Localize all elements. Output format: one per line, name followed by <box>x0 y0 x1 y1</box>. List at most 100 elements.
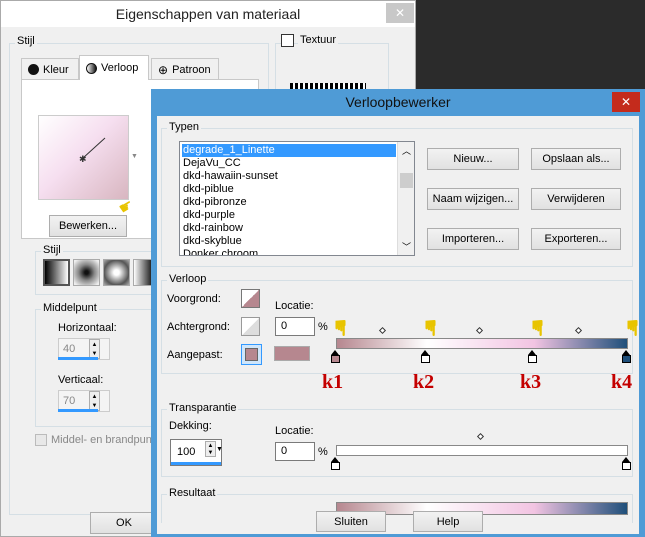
dekking-value: 100 <box>177 446 196 458</box>
verloop-group <box>161 280 633 374</box>
dekking-dropdown-arrow[interactable]: ▼ <box>216 446 223 453</box>
verloop-group-label: Verloop <box>167 273 209 285</box>
close-icon: ✕ <box>620 95 632 109</box>
aangepast-label: Aangepast: <box>167 349 223 361</box>
opslaan-als-button-label: Opslaan als... <box>542 153 610 165</box>
verloopbewerker-close-button[interactable]: ✕ <box>612 92 640 112</box>
verloopbewerker-body: Typen degrade_1_Linette DejaVu_CC dkd-ha… <box>157 116 639 534</box>
verticaal-slider-bar[interactable] <box>58 409 98 412</box>
verticaal-stepper[interactable]: ▲ ▼ <box>89 391 100 411</box>
spin-down-icon: ▼ <box>207 449 214 456</box>
aangepast-radio-fill <box>245 348 258 361</box>
ok-button[interactable]: OK <box>90 512 158 534</box>
midpoint-diamond-2[interactable] <box>475 326 484 335</box>
stijl-linear-button[interactable] <box>43 259 70 286</box>
opacity-bar[interactable] <box>336 445 628 456</box>
transparantie-group-label: Transparantie <box>167 402 239 414</box>
midpoint-diamond-3[interactable] <box>574 326 583 335</box>
list-scrollbar[interactable]: ︿ ﹀ <box>397 142 414 255</box>
locatie2-input[interactable]: 0 <box>275 442 315 461</box>
tab-verloop-label: Verloop <box>101 62 139 74</box>
list-item[interactable]: dkd-rainbow <box>183 222 243 235</box>
naam-wijzigen-button-label: Naam wijzigen... <box>432 193 514 205</box>
dekking-stepper[interactable]: ▲ ▼ <box>205 441 216 457</box>
list-item[interactable]: dkd-skyblue <box>183 235 242 248</box>
typen-list[interactable]: degrade_1_Linette DejaVu_CC dkd-hawaiin-… <box>179 141 415 256</box>
verwijderen-button-label: Verwijderen <box>547 193 605 205</box>
materiaal-titlebar: Eigenschappen van materiaal ✕ <box>1 1 415 27</box>
scroll-up-icon[interactable]: ︿ <box>402 144 411 157</box>
dekking-label: Dekking: <box>169 420 212 432</box>
stijl-rechthoek-button[interactable] <box>73 259 100 286</box>
close-icon: ✕ <box>394 6 406 20</box>
verticaal-value: 70 <box>63 395 76 407</box>
gradient-dropdown-arrow[interactable]: ▼ <box>131 153 138 160</box>
stijl-group-label: Stijl <box>15 35 37 47</box>
gradient-preview[interactable]: ✱ <box>38 115 129 200</box>
stop-annotation-k3: k3 <box>520 371 542 393</box>
scroll-thumb[interactable] <box>400 173 413 188</box>
aangepast-color-swatch[interactable] <box>274 346 310 361</box>
ok-button-label: OK <box>116 517 132 529</box>
exporteren-button-label: Exporteren... <box>544 233 608 245</box>
naam-wijzigen-button[interactable]: Naam wijzigen... <box>427 188 519 210</box>
stop-annotation-k4: k4 <box>611 371 633 393</box>
opslaan-als-button[interactable]: Opslaan als... <box>531 148 621 170</box>
locatie-label: Locatie: <box>275 300 314 312</box>
tab-kleur[interactable]: Kleur <box>21 58 79 80</box>
list-item[interactable]: dkd-pibronze <box>183 196 247 209</box>
locatie2-percent: % <box>318 446 328 458</box>
middel-checkbox-label: Middel- en brandpunt <box>51 434 155 446</box>
list-item[interactable]: degrade_1_Linette <box>182 144 396 157</box>
help-button[interactable]: Help <box>413 511 483 532</box>
achtergrond-label: Achtergrond: <box>167 321 230 333</box>
horizontaal-value: 40 <box>63 343 76 355</box>
scroll-down-icon[interactable]: ﹀ <box>402 240 411 253</box>
verloopbewerker-title: Verloopbewerker <box>345 94 451 110</box>
locatie-input[interactable]: 0 <box>275 317 315 336</box>
gradient-angle-handle[interactable]: ✱ <box>39 116 130 201</box>
textuur-checkbox[interactable] <box>281 34 294 47</box>
horizontaal-stepper[interactable]: ▲ ▼ <box>89 339 100 359</box>
sluiten-button[interactable]: Sluiten <box>316 511 386 532</box>
color-stop-3[interactable] <box>528 350 537 363</box>
verwijderen-button[interactable]: Verwijderen <box>531 188 621 210</box>
list-item[interactable]: DejaVu_CC <box>183 157 241 170</box>
midpoint-diamond-1[interactable] <box>378 326 387 335</box>
materiaal-close-button[interactable]: ✕ <box>386 3 414 23</box>
list-item[interactable]: dkd-piblue <box>183 183 234 196</box>
importeren-button-label: Importeren... <box>441 233 505 245</box>
horizontaal-slider-bar[interactable] <box>58 357 98 360</box>
bewerken-button[interactable]: Bewerken... <box>49 215 127 237</box>
voorgrond-swatch[interactable] <box>241 289 260 308</box>
list-item[interactable]: dkd-purple <box>183 209 235 222</box>
opacity-stop-2[interactable] <box>622 457 631 470</box>
nieuw-button[interactable]: Nieuw... <box>427 148 519 170</box>
middelpunt-group-label: Middelpunt <box>41 302 99 314</box>
gradient-bar[interactable] <box>336 338 628 349</box>
globe-icon: ⊕ <box>158 62 169 77</box>
dekking-slider-bar[interactable] <box>171 462 221 465</box>
stijl-ster-button[interactable] <box>103 259 130 286</box>
exporteren-button[interactable]: Exporteren... <box>531 228 621 250</box>
color-stop-2[interactable] <box>421 350 430 363</box>
aangepast-radio[interactable] <box>241 344 262 365</box>
horizontaal-label: Horizontaal: <box>58 322 117 334</box>
middel-checkbox[interactable] <box>35 434 47 446</box>
sluiten-button-label: Sluiten <box>334 515 368 528</box>
list-item[interactable]: Donker chroom <box>183 248 258 255</box>
color-stop-4[interactable] <box>622 350 631 363</box>
pointing-hand-icon: ☛ <box>327 318 353 338</box>
textuur-label: Textuur <box>298 34 339 46</box>
help-button-label: Help <box>436 515 460 528</box>
opacity-midpoint-diamond[interactable] <box>476 432 485 441</box>
tab-verloop[interactable]: Verloop <box>79 55 149 80</box>
list-item[interactable]: dkd-hawaiin-sunset <box>183 170 278 183</box>
opacity-stop-1[interactable] <box>331 457 340 470</box>
tab-kleur-label: Kleur <box>43 63 69 76</box>
color-stop-1[interactable] <box>331 350 340 363</box>
achtergrond-swatch[interactable] <box>241 317 260 336</box>
tab-patroon[interactable]: ⊕ Patroon <box>151 58 219 80</box>
typen-group-label: Typen <box>167 121 201 133</box>
importeren-button[interactable]: Importeren... <box>427 228 519 250</box>
